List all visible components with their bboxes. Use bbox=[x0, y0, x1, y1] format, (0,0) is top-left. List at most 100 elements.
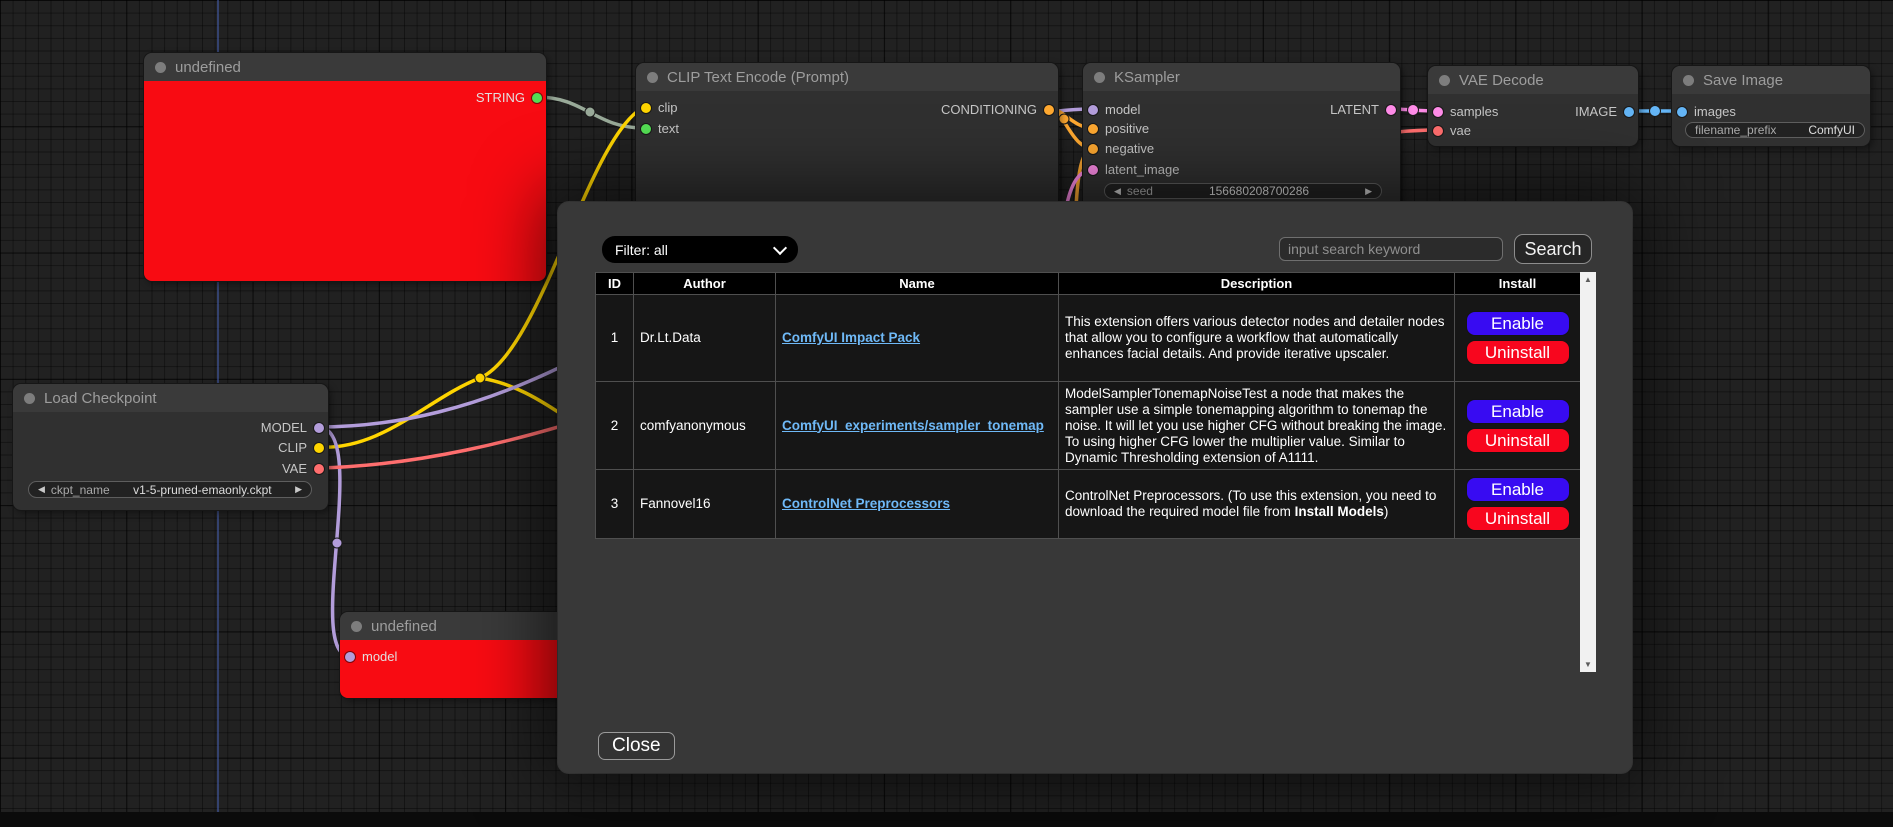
input-slot-label: images bbox=[1694, 104, 1736, 119]
node-undefined-bottom[interactable]: undefined model bbox=[340, 612, 585, 698]
enable-button[interactable]: Enable bbox=[1466, 399, 1570, 424]
scrollbar-down-icon[interactable]: ▼ bbox=[1580, 657, 1596, 672]
uninstall-button[interactable]: Uninstall bbox=[1466, 340, 1570, 365]
output-slot-model[interactable]: MODEL bbox=[261, 421, 324, 434]
node-title: undefined bbox=[371, 618, 437, 635]
extension-link[interactable]: ControlNet Preprocessors bbox=[782, 496, 950, 511]
search-button[interactable]: Search bbox=[1514, 234, 1592, 264]
collapse-dot-icon[interactable] bbox=[1683, 75, 1694, 86]
output-slot-vae[interactable]: VAE bbox=[282, 462, 324, 475]
widget-label: ckpt_name bbox=[51, 483, 110, 497]
left-arrow-icon[interactable]: ◀ bbox=[38, 485, 45, 494]
input-dot[interactable] bbox=[641, 124, 651, 134]
output-slot-label: IMAGE bbox=[1575, 104, 1617, 119]
input-slot-label: text bbox=[658, 121, 679, 136]
input-slot-negative[interactable]: negative bbox=[1088, 142, 1154, 155]
input-slot-positive[interactable]: positive bbox=[1088, 122, 1149, 135]
node-body-error bbox=[144, 81, 546, 281]
node-title-bar[interactable]: Load Checkpoint bbox=[13, 384, 328, 412]
output-dot[interactable] bbox=[532, 93, 542, 103]
close-button[interactable]: Close bbox=[598, 732, 675, 760]
output-slot-image[interactable]: IMAGE bbox=[1575, 105, 1634, 118]
input-slot-samples[interactable]: samples bbox=[1433, 105, 1498, 118]
right-arrow-icon[interactable]: ▶ bbox=[1365, 187, 1372, 196]
output-slot-label: VAE bbox=[282, 461, 307, 476]
uninstall-button[interactable]: Uninstall bbox=[1466, 506, 1570, 531]
node-title-bar[interactable]: CLIP Text Encode (Prompt) bbox=[636, 63, 1058, 91]
input-dot[interactable] bbox=[1088, 144, 1098, 154]
input-slot-label: model bbox=[1105, 102, 1140, 117]
scrollbar-up-icon[interactable]: ▲ bbox=[1580, 272, 1596, 287]
extension-manager-dialog: Filter: all Search ID Author Name Descri… bbox=[558, 202, 1632, 773]
output-slot-clip[interactable]: CLIP bbox=[278, 441, 324, 454]
input-slot-clip[interactable]: clip bbox=[641, 101, 678, 114]
output-dot[interactable] bbox=[314, 423, 324, 433]
header-author: Author bbox=[634, 273, 776, 295]
node-title-bar[interactable]: KSampler bbox=[1083, 63, 1400, 91]
input-slot-vae[interactable]: vae bbox=[1433, 124, 1471, 137]
filename-prefix-widget[interactable]: filename_prefix ComfyUI bbox=[1685, 122, 1865, 138]
table-scrollbar[interactable]: ▲ ▼ bbox=[1580, 272, 1596, 672]
node-title-bar[interactable]: undefined bbox=[144, 53, 546, 81]
collapse-dot-icon[interactable] bbox=[1094, 72, 1105, 83]
input-slot-images[interactable]: images bbox=[1677, 105, 1736, 118]
node-title-bar[interactable]: undefined bbox=[340, 612, 585, 640]
output-dot[interactable] bbox=[314, 464, 324, 474]
collapse-dot-icon[interactable] bbox=[155, 62, 166, 73]
node-title: undefined bbox=[175, 59, 241, 76]
input-dot[interactable] bbox=[1088, 124, 1098, 134]
input-slot-latent-image[interactable]: latent_image bbox=[1088, 163, 1179, 176]
input-slot-label: clip bbox=[658, 100, 678, 115]
node-title-bar[interactable]: VAE Decode bbox=[1428, 66, 1638, 94]
input-dot[interactable] bbox=[1088, 105, 1098, 115]
node-body bbox=[1428, 94, 1638, 146]
output-slot-label: STRING bbox=[476, 90, 525, 105]
extension-link[interactable]: ComfyUI Impact Pack bbox=[782, 330, 920, 345]
node-clip-text-encode[interactable]: CLIP Text Encode (Prompt) clip text COND… bbox=[636, 63, 1058, 210]
node-title: Save Image bbox=[1703, 72, 1783, 89]
input-slot-model[interactable]: model bbox=[345, 650, 397, 663]
input-slot-text[interactable]: text bbox=[641, 122, 679, 135]
enable-button[interactable]: Enable bbox=[1466, 477, 1570, 502]
input-dot[interactable] bbox=[345, 652, 355, 662]
collapse-dot-icon[interactable] bbox=[1439, 75, 1450, 86]
collapse-dot-icon[interactable] bbox=[351, 621, 362, 632]
filter-dropdown[interactable]: Filter: all bbox=[602, 236, 798, 263]
search-input[interactable] bbox=[1279, 237, 1503, 261]
extension-link[interactable]: ComfyUI_experiments/sampler_tonemap bbox=[782, 418, 1044, 433]
ckpt-name-widget[interactable]: ◀ ckpt_name v1-5-pruned-emaonly.ckpt ▶ bbox=[28, 481, 312, 498]
input-dot[interactable] bbox=[1088, 165, 1098, 175]
node-title-bar[interactable]: Save Image bbox=[1672, 66, 1870, 94]
output-slot-string[interactable]: STRING bbox=[476, 91, 542, 104]
output-slot-latent[interactable]: LATENT bbox=[1330, 103, 1396, 116]
output-dot[interactable] bbox=[1624, 107, 1634, 117]
input-slot-label: samples bbox=[1450, 104, 1498, 119]
header-install: Install bbox=[1455, 273, 1581, 295]
cell-id: 1 bbox=[596, 295, 634, 382]
node-save-image[interactable]: Save Image images filename_prefix ComfyU… bbox=[1672, 66, 1870, 146]
node-vae-decode[interactable]: VAE Decode samples vae IMAGE bbox=[1428, 66, 1638, 146]
input-slot-model[interactable]: model bbox=[1088, 103, 1140, 116]
node-load-checkpoint[interactable]: Load Checkpoint MODEL CLIP VAE ◀ ckpt_na… bbox=[13, 384, 328, 510]
node-ksampler[interactable]: KSampler model positive negative latent_… bbox=[1083, 63, 1400, 210]
input-dot[interactable] bbox=[641, 103, 651, 113]
node-title: KSampler bbox=[1114, 69, 1180, 86]
left-arrow-icon[interactable]: ◀ bbox=[1114, 187, 1121, 196]
input-dot[interactable] bbox=[1433, 107, 1443, 117]
output-slot-label: CLIP bbox=[278, 440, 307, 455]
seed-widget[interactable]: ◀ seed 156680208700286 ▶ bbox=[1104, 183, 1382, 199]
output-dot[interactable] bbox=[1386, 105, 1396, 115]
output-dot[interactable] bbox=[1044, 105, 1054, 115]
right-arrow-icon[interactable]: ▶ bbox=[295, 485, 302, 494]
collapse-dot-icon[interactable] bbox=[24, 393, 35, 404]
input-dot[interactable] bbox=[1677, 107, 1687, 117]
output-dot[interactable] bbox=[314, 443, 324, 453]
input-dot[interactable] bbox=[1433, 126, 1443, 136]
node-undefined-top[interactable]: undefined STRING bbox=[144, 53, 546, 281]
output-slot-conditioning[interactable]: CONDITIONING bbox=[941, 103, 1054, 116]
uninstall-button[interactable]: Uninstall bbox=[1466, 428, 1570, 453]
collapse-dot-icon[interactable] bbox=[647, 72, 658, 83]
enable-button[interactable]: Enable bbox=[1466, 311, 1570, 336]
cell-description: ControlNet Preprocessors. (To use this e… bbox=[1059, 470, 1455, 539]
output-slot-label: MODEL bbox=[261, 420, 307, 435]
